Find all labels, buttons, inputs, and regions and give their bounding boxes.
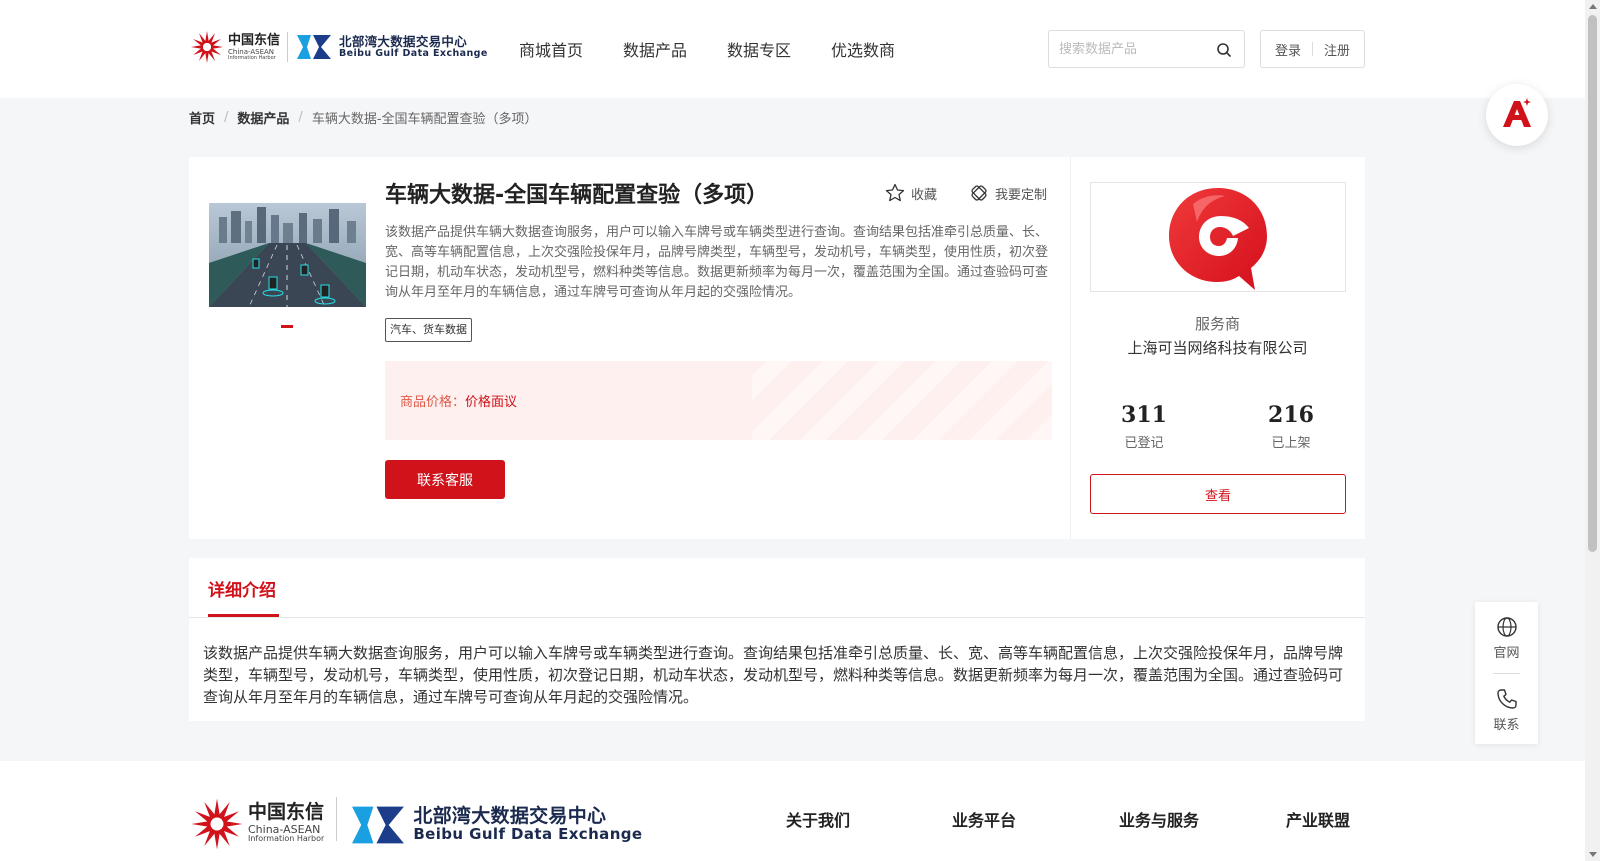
footer-nav-business-services[interactable]: 业务与服务 xyxy=(1119,807,1199,831)
contact-service-button[interactable]: 联系客服 xyxy=(385,460,505,499)
official-website-button[interactable]: 官网 xyxy=(1475,616,1538,661)
favorite-label: 收藏 xyxy=(911,187,938,203)
detail-text: 该数据产品提供车辆大数据查询服务，用户可以输入车牌号或车辆类型进行查询。查询结果… xyxy=(203,644,1344,706)
favorite-button[interactable]: 收藏 xyxy=(885,183,937,203)
breadcrumb: 首页 / 数据产品 / 车辆大数据-全国车辆配置查验（多项） xyxy=(189,108,538,127)
register-button[interactable]: 注册 xyxy=(1324,40,1350,59)
search-box xyxy=(1048,30,1245,68)
breadcrumb-current: 车辆大数据-全国车辆配置查验（多项） xyxy=(311,112,538,127)
scrollbar-thumb[interactable] xyxy=(1588,15,1597,552)
footer-nav-business-platform[interactable]: 业务平台 xyxy=(952,807,1016,831)
carousel-indicator[interactable] xyxy=(281,325,293,328)
globe-icon xyxy=(1496,617,1517,637)
footer: 中国东信 China-ASEAN Information Harbor 北部湾大… xyxy=(0,761,1585,861)
auth-box: 登录 注册 xyxy=(1260,30,1365,68)
ai-assistant-button[interactable] xyxy=(1486,84,1548,146)
tab-divider xyxy=(189,617,1365,618)
footer-logo-cn-line1: 中国东信 xyxy=(248,801,325,823)
logo-bx-line1: 北部湾大数据交易中心 xyxy=(339,34,468,50)
footer-logo-bx-line2: Beibu Gulf Data Exchange xyxy=(413,824,643,843)
breadcrumb-data-products[interactable]: 数据产品 xyxy=(237,108,289,127)
footer-logo-divider xyxy=(336,797,338,841)
customize-label: 我要定制 xyxy=(995,187,1048,203)
listed-count: 216 xyxy=(1268,402,1314,428)
registered-stat: 311 已登记 xyxy=(1084,402,1204,451)
ai-assistant-icon xyxy=(1500,97,1534,133)
beibu-gulf-logo-icon xyxy=(295,33,333,61)
scroll-down-icon[interactable] xyxy=(1589,852,1597,857)
listed-stat: 216 已上架 xyxy=(1231,402,1351,451)
footer-china-asean-text: 中国东信 China-ASEAN Information Harbor xyxy=(248,803,324,843)
customize-icon xyxy=(971,185,987,201)
nav-mall-home[interactable]: 商城首页 xyxy=(519,37,583,61)
logo-divider xyxy=(287,32,289,62)
detail-section: 详细介绍 该数据产品提供车辆大数据查询服务，用户可以输入车牌号或车辆类型进行查询… xyxy=(189,558,1365,721)
breadcrumb-separator: / xyxy=(298,110,303,125)
provider-name[interactable]: 上海可当网络科技有限公司 xyxy=(1070,337,1365,358)
price-line: 商品价格：价格面议 xyxy=(400,391,517,410)
provider-label: 服务商 xyxy=(1194,315,1240,333)
beibu-gulf-logo-icon xyxy=(349,803,407,847)
scroll-up-icon[interactable] xyxy=(1589,4,1597,9)
china-asean-logo-icon xyxy=(190,797,244,851)
nav-data-zone[interactable]: 数据专区 xyxy=(727,37,791,61)
customize-button[interactable]: 我要定制 xyxy=(969,183,1047,203)
side-contact-label: 联系 xyxy=(1493,718,1520,733)
china-asean-logo-icon xyxy=(190,30,224,64)
product-card: 车辆大数据-全国车辆配置查验（多项） 收藏 我要定制 该数据产品提供车辆大数据查… xyxy=(189,157,1365,539)
logo-bx-line2: Beibu Gulf Data Exchange xyxy=(339,47,488,59)
official-website-label: 官网 xyxy=(1493,646,1520,661)
footer-nav-about[interactable]: 关于我们 xyxy=(786,807,850,831)
product-image[interactable] xyxy=(209,203,366,307)
category-tag[interactable]: 汽车、货车数据 xyxy=(385,318,472,342)
nav-data-products[interactable]: 数据产品 xyxy=(623,37,687,61)
provider-logo[interactable] xyxy=(1090,182,1346,292)
auth-divider xyxy=(1312,42,1313,56)
breadcrumb-separator: / xyxy=(224,110,229,125)
china-asean-text: 中国东信 China-ASEAN Information Harbor xyxy=(228,34,280,61)
login-button[interactable]: 登录 xyxy=(1275,40,1301,59)
logo-cn-line1: 中国东信 xyxy=(228,32,281,48)
tab-detail-intro[interactable]: 详细介绍 xyxy=(208,576,276,601)
search-icon[interactable] xyxy=(1216,42,1232,58)
view-provider-button[interactable]: 查看 xyxy=(1090,474,1346,514)
footer-beibu-gulf-text: 北部湾大数据交易中心 Beibu Gulf Data Exchange xyxy=(413,805,643,843)
price-label: 商品价格： xyxy=(400,395,466,410)
product-description: 该数据产品提供车辆大数据查询服务，用户可以输入车牌号或车辆类型进行查询。查询结果… xyxy=(385,225,1049,300)
side-contact-button[interactable]: 联系 xyxy=(1475,688,1538,733)
footer-logo-bx-line1: 北部湾大数据交易中心 xyxy=(413,805,607,827)
breadcrumb-home[interactable]: 首页 xyxy=(189,108,215,127)
footer-nav-industry-alliance[interactable]: 产业联盟 xyxy=(1286,807,1350,831)
registered-label: 已登记 xyxy=(1124,436,1164,451)
registered-count: 311 xyxy=(1121,402,1167,428)
page-scrollbar[interactable] xyxy=(1585,0,1600,861)
listed-label: 已上架 xyxy=(1271,436,1311,451)
site-logo[interactable]: 中国东信 China-ASEAN Information Harbor 北部湾大… xyxy=(190,30,488,64)
price-panel: 商品价格：价格面议 xyxy=(385,361,1052,440)
side-float-divider xyxy=(1493,673,1520,674)
price-value: 价格面议 xyxy=(465,395,518,410)
star-icon xyxy=(885,183,905,202)
product-title: 车辆大数据-全国车辆配置查验（多项） xyxy=(385,183,769,208)
logo-cn-line3: Information Harbor xyxy=(228,54,276,61)
phone-icon xyxy=(1496,689,1517,709)
main-nav: 商城首页 数据产品 数据专区 优选数商 xyxy=(519,37,935,61)
side-float-toolbar: 官网 联系 xyxy=(1475,602,1538,744)
beibu-gulf-text: 北部湾大数据交易中心 Beibu Gulf Data Exchange xyxy=(339,35,488,58)
search-input[interactable] xyxy=(1049,32,1209,66)
top-header: 中国东信 China-ASEAN Information Harbor 北部湾大… xyxy=(0,0,1585,98)
price-panel-decoration xyxy=(752,361,1052,440)
footer-logo[interactable]: 中国东信 China-ASEAN Information Harbor 北部湾大… xyxy=(190,797,643,851)
footer-logo-cn-line3: Information Harbor xyxy=(248,834,325,843)
nav-preferred-merchants[interactable]: 优选数商 xyxy=(831,37,895,61)
